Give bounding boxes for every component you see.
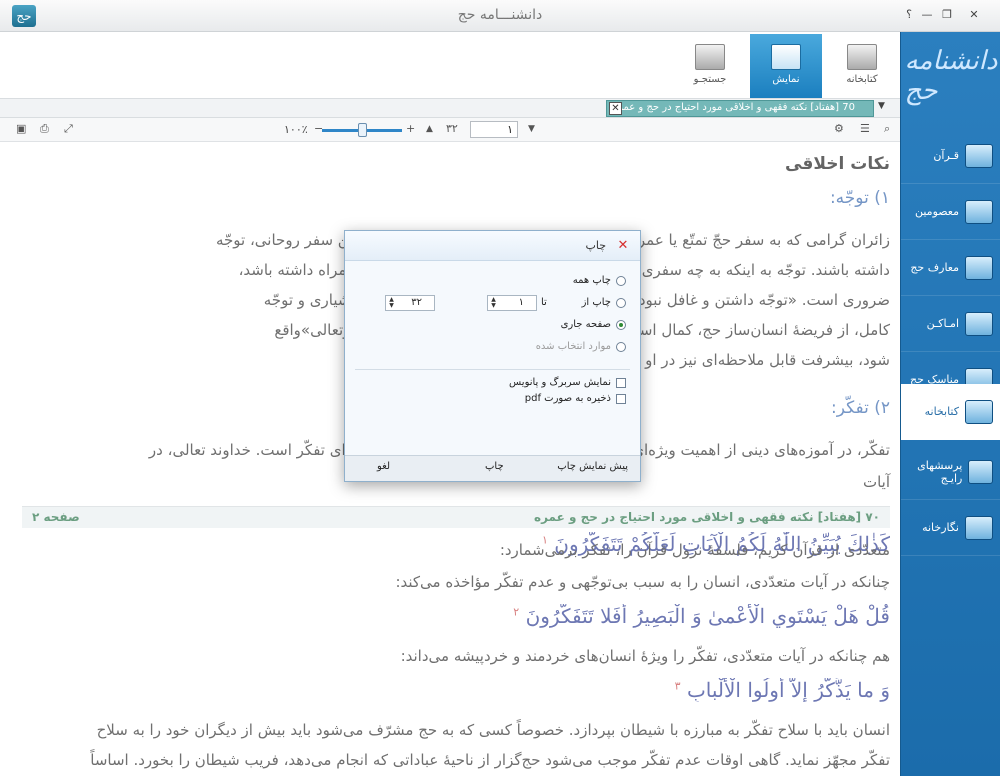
view-toolbar: ▣ ⎙ ⤢ ۱۰۰٪ − + ▲ ۳۲ ۱ ▼ ⚙ ☰ ⌕ (0, 118, 900, 142)
help-button[interactable]: ؟ (900, 8, 918, 21)
current-page-option[interactable]: صفحه جاری (561, 319, 626, 330)
option-label: موارد انتخاب شده (535, 341, 611, 352)
document-tab-label: 70 [هفتاد] نکته فقهی و اخلاقی مورد احتیا… (612, 102, 855, 113)
print-button[interactable]: چاپ (485, 461, 504, 472)
sidebar-item-label: معارف حج (910, 261, 959, 274)
range-to-value: ۳۲ (411, 297, 422, 308)
stepper-arrows-icon[interactable]: ▲ ▼ (387, 297, 396, 309)
radio-current-page[interactable] (616, 319, 626, 330)
print-all-option[interactable]: چاپ همه (573, 275, 626, 286)
zoom-in-button[interactable]: + (406, 122, 415, 135)
close-icon[interactable]: ✕ (609, 102, 622, 115)
stepper-arrows-icon[interactable]: ▲ ▼ (489, 297, 498, 309)
view-icon (771, 44, 801, 70)
option-label: صفحه جاری (560, 319, 611, 330)
settings-icon[interactable]: ⚙ (834, 122, 844, 135)
print-icon[interactable]: ⎙ (40, 122, 49, 136)
dialog-footer: پیش نمایش چاپ چاپ لغو (345, 455, 640, 481)
tab-search[interactable]: جستجـو (674, 34, 746, 98)
minimize-button[interactable]: — (918, 8, 936, 21)
fullscreen-icon[interactable]: ⤢ (64, 122, 73, 136)
checkbox-header-footer[interactable] (616, 377, 626, 388)
sidebar-item-masumin[interactable]: معصومین (901, 184, 1000, 240)
gallery-icon (965, 515, 993, 540)
sidebar-item-label: قـرآن (933, 149, 959, 162)
checkbox-save-pdf[interactable] (616, 393, 626, 404)
sidebar-item-label: معصومین (914, 205, 959, 218)
selected-items-option[interactable]: موارد انتخاب شده (536, 341, 626, 352)
print-dialog: چاپ ✕ چاپ همه چاپ از ۱ ▲ ▼ تا ۳۲ ▲ ▼ صفحه … (344, 230, 641, 482)
range-to-label: تا (541, 297, 547, 308)
header-footer-option[interactable]: نمایش سربرگ و پانویس (509, 377, 626, 388)
radio-selected-items[interactable] (616, 341, 626, 352)
range-to-input[interactable]: ۳۲ ▲ ▼ (385, 295, 435, 311)
document-tabs-strip: 70 [هفتاد] نکته فقهی و اخلاقی مورد احتیا… (0, 98, 900, 118)
tab-library[interactable]: کتابخانه (826, 34, 898, 98)
close-window-button[interactable]: ✕ (965, 8, 983, 21)
page-total: ۳۲ (446, 122, 458, 135)
restore-button[interactable]: ❐ (938, 8, 956, 21)
cancel-button[interactable]: لغو (377, 461, 390, 472)
radio-print-all[interactable] (616, 275, 626, 286)
window-title: دانشنـــامه حج (457, 7, 543, 23)
sidebar-item-label: امـاکـن (926, 317, 959, 330)
close-icon[interactable]: ✕ (614, 238, 632, 254)
tab-label: کتابخانه (846, 74, 878, 85)
list-icon[interactable]: ☰ (860, 122, 870, 135)
faq-icon (968, 459, 993, 484)
zoom-level: ۱۰۰٪ (284, 123, 308, 136)
page-up-button[interactable]: ▲ (426, 124, 433, 134)
dialog-title: چاپ (585, 239, 606, 252)
library-icon (965, 399, 993, 424)
dialog-title-bar: چاپ ✕ (345, 231, 640, 261)
brand-logo: دانشنامه حج (904, 46, 998, 106)
page-number-input[interactable]: ۱ (470, 121, 518, 138)
sidebar-item-label: پرسشهای رایـج (917, 458, 963, 485)
option-label: چاپ از (581, 297, 611, 308)
tab-view[interactable]: نمایش (750, 34, 822, 98)
option-label: چاپ همه (572, 275, 611, 286)
knowledge-icon (965, 255, 993, 280)
title-bar: حج دانشنـــامه حج ؟ — ❐ ✕ (0, 0, 1000, 32)
sidebar-item-knowledge[interactable]: معارف حج (901, 240, 1000, 296)
save-icon[interactable]: ▣ (16, 122, 26, 135)
print-preview-button[interactable]: پیش نمایش چاپ (557, 461, 628, 472)
places-icon (965, 311, 993, 336)
sidebar-item-quran[interactable]: قـرآن (901, 128, 1000, 184)
option-label: ذخیره به صورت pdf (524, 393, 611, 404)
books-icon (847, 44, 877, 70)
dialog-divider (355, 369, 630, 370)
sidebar-item-library[interactable]: کتابخانه (901, 384, 1000, 440)
sidebar-item-label: نگارخانه (922, 521, 959, 534)
tab-label: نمایش (772, 74, 800, 85)
search-icon[interactable]: ⌕ (884, 122, 890, 136)
sidebar-item-gallery[interactable]: نگارخانه (901, 500, 1000, 556)
document-tab[interactable]: 70 [هفتاد] نکته فقهی و اخلاقی مورد احتیا… (606, 100, 874, 117)
quran-icon (965, 143, 993, 168)
zoom-slider-thumb[interactable] (357, 123, 367, 137)
save-pdf-option[interactable]: ذخیره به صورت pdf (525, 393, 626, 404)
ribbon: کتابخانه نمایش جستجـو (0, 32, 900, 98)
range-from-value: ۱ (518, 297, 524, 308)
sidebar-item-places[interactable]: امـاکـن (901, 296, 1000, 352)
option-label: نمایش سربرگ و پانویس (509, 377, 611, 388)
sidebar-item-label: کتابخانه (924, 405, 959, 418)
page-down-button[interactable]: ▼ (528, 124, 535, 134)
magnifier-icon (695, 44, 725, 70)
range-from-input[interactable]: ۱ ▲ ▼ (487, 295, 537, 311)
radio-print-range[interactable] (616, 297, 626, 308)
tab-label: جستجـو (693, 74, 727, 85)
sidebar-item-faq[interactable]: پرسشهای رایـج (901, 444, 1000, 500)
masumin-icon (965, 199, 993, 224)
print-range-option[interactable]: چاپ از (582, 297, 626, 308)
main-sidebar: دانشنامه حج قـرآن معصومین معارف حج امـاک… (900, 32, 1000, 776)
chevron-down-icon[interactable]: ▼ (878, 101, 885, 111)
